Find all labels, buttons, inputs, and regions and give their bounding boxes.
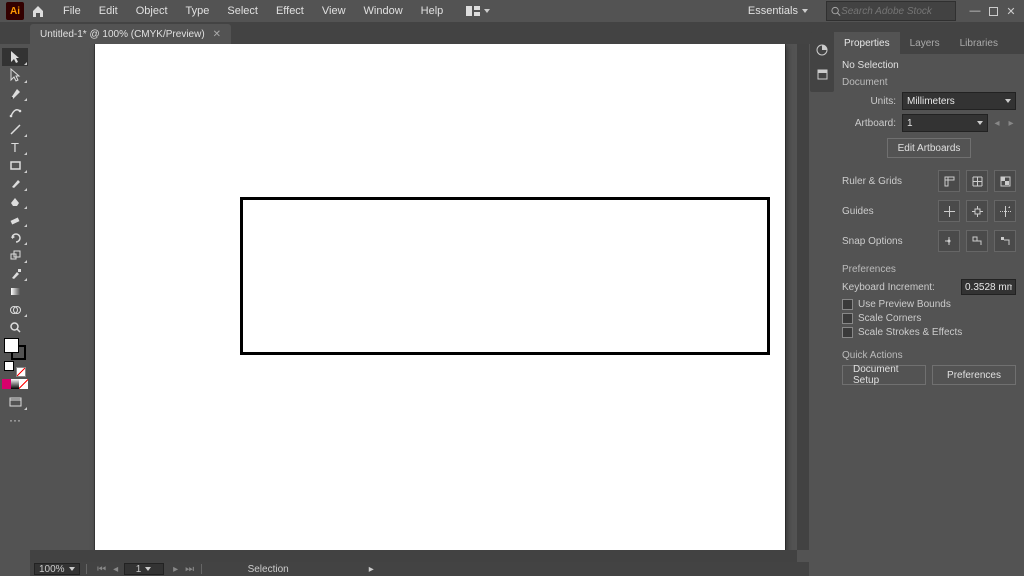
show-guides-icon[interactable] [938,200,960,222]
menu-type[interactable]: Type [177,0,219,22]
snap-pixel-icon[interactable] [994,230,1016,252]
keyboard-increment-label: Keyboard Increment: [842,282,961,293]
app-logo: Ai [6,2,24,20]
status-bar: 100% ⏮ ◂ 1 ▸ ⏭ Selection ▸ [30,562,809,576]
section-preferences: Preferences [842,264,1016,275]
libraries-panel-icon[interactable] [813,65,831,83]
section-document: Document [842,77,1016,88]
status-menu-icon[interactable]: ▸ [369,564,374,575]
none-swatch-icon[interactable] [16,367,26,377]
color-mode-row[interactable] [2,379,28,389]
ruler-icon[interactable] [938,170,960,192]
section-quick-actions: Quick Actions [842,350,1016,361]
artboard-select[interactable]: 1 [902,114,988,132]
check-scale-corners[interactable]: Scale Corners [842,313,1016,324]
grid-icon[interactable] [966,170,988,192]
document-tab-title: Untitled-1* @ 100% (CMYK/Preview) [40,29,205,40]
document-setup-button[interactable]: Document Setup [842,365,926,385]
fill-stroke-swatch[interactable] [4,338,26,360]
shape-builder-tool[interactable] [2,300,28,318]
scrollbar-vertical[interactable] [797,44,809,550]
direct-selection-tool[interactable] [2,66,28,84]
check-preview-bounds[interactable]: Use Preview Bounds [842,299,1016,310]
tab-properties[interactable]: Properties [834,32,900,54]
snap-grid-icon[interactable] [966,230,988,252]
stock-search-input[interactable] [841,6,951,17]
tab-libraries[interactable]: Libraries [950,32,1008,54]
screen-mode-button[interactable] [2,393,28,411]
curvature-tool[interactable] [2,102,28,120]
menu-edit[interactable]: Edit [90,0,127,22]
eraser-tool[interactable] [2,210,28,228]
rectangle-tool[interactable] [2,156,28,174]
selection-status: No Selection [842,60,1016,71]
keyboard-increment-input[interactable] [961,279,1016,295]
lock-guides-icon[interactable] [966,200,988,222]
guides-label: Guides [842,206,874,217]
home-icon[interactable] [30,3,46,19]
artboard-next-sb[interactable]: ▸ [171,564,181,575]
current-tool-label: Selection [248,564,289,575]
document-tab[interactable]: Untitled-1* @ 100% (CMYK/Preview) ✕ [30,24,231,44]
artboard-first[interactable]: ⏮ [97,564,107,575]
search-icon [831,6,841,17]
tools-panel: T ··· [0,44,30,562]
gradient-tool[interactable] [2,282,28,300]
scrollbar-horizontal[interactable] [30,550,797,562]
shaper-tool[interactable] [2,192,28,210]
menu-effect[interactable]: Effect [267,0,313,22]
artboard-nav-select[interactable]: 1 [124,563,164,575]
type-tool[interactable]: T [2,138,28,156]
eyedropper-tool[interactable] [2,264,28,282]
zoom-select[interactable]: 100% [34,563,80,575]
smart-guides-icon[interactable] [994,200,1016,222]
pen-tool[interactable] [2,84,28,102]
menu-object[interactable]: Object [127,0,177,22]
fill-swatch[interactable] [4,338,19,353]
menu-help[interactable]: Help [412,0,453,22]
artboard-prev[interactable]: ◂ [992,118,1002,129]
snap-label: Snap Options [842,236,903,247]
rectangle-shape[interactable] [240,197,770,355]
artboard[interactable] [95,44,785,562]
scale-tool[interactable] [2,246,28,264]
workspace-switcher[interactable]: Essentials [738,1,818,21]
zoom-tool[interactable] [2,318,28,336]
artboard-prev-sb[interactable]: ◂ [111,564,121,575]
collapsed-panels-dock [810,32,834,92]
menu-file[interactable]: File [54,0,90,22]
tab-layers[interactable]: Layers [900,32,950,54]
check-scale-strokes[interactable]: Scale Strokes & Effects [842,327,1016,338]
window-close[interactable]: ✕ [1004,4,1018,18]
window-maximize[interactable] [986,4,1000,18]
edit-artboards-button[interactable]: Edit Artboards [887,138,972,158]
svg-text:T: T [11,141,19,154]
stock-search[interactable] [826,1,956,21]
artboard-label: Artboard: [842,118,902,129]
menu-window[interactable]: Window [355,0,412,22]
transparency-grid-icon[interactable] [994,170,1016,192]
close-tab-icon[interactable]: ✕ [213,29,221,40]
menu-select[interactable]: Select [218,0,267,22]
menu-view[interactable]: View [313,0,355,22]
selection-tool[interactable] [2,48,28,66]
edit-toolbar-button[interactable]: ··· [2,411,28,429]
artboard-next[interactable]: ▸ [1006,118,1016,129]
line-tool[interactable] [2,120,28,138]
ruler-grids-label: Ruler & Grids [842,176,902,187]
units-label: Units: [842,96,902,107]
preferences-button[interactable]: Preferences [932,365,1016,385]
units-select[interactable]: Millimeters [902,92,1016,110]
color-panel-icon[interactable] [813,41,831,59]
snap-point-icon[interactable] [938,230,960,252]
rotate-tool[interactable] [2,228,28,246]
default-fill-icon[interactable] [4,361,14,371]
arrange-docs-button[interactable] [460,0,496,22]
artboard-last[interactable]: ⏭ [185,564,195,575]
window-minimize[interactable]: — [968,4,982,18]
paintbrush-tool[interactable] [2,174,28,192]
canvas-area [30,44,809,562]
properties-panel: Properties Layers Libraries No Selection… [834,32,1024,576]
